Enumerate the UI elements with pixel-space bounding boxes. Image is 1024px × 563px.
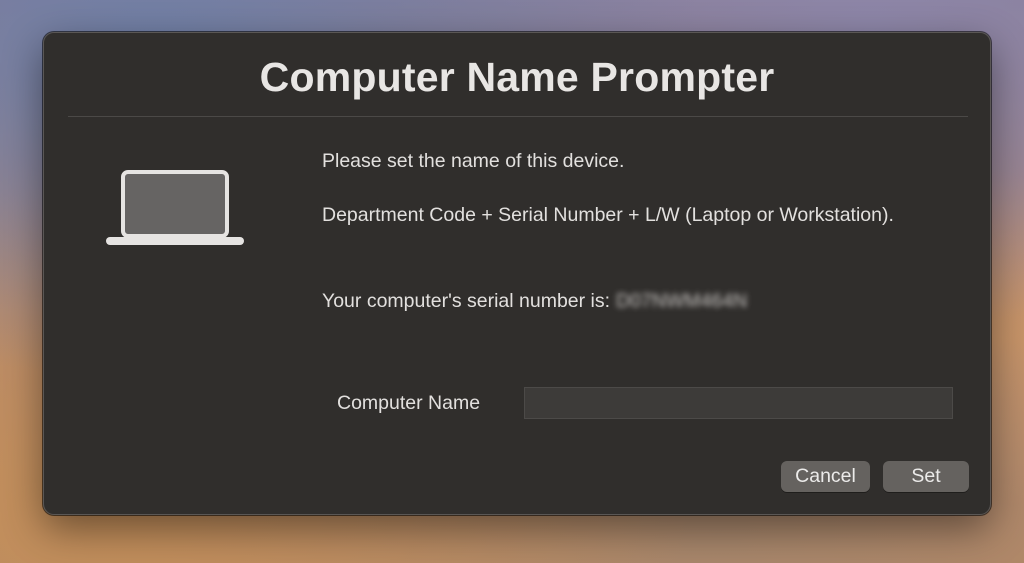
dialog-title: Computer Name Prompter xyxy=(259,54,775,100)
naming-format-text: Department Code + Serial Number + L/W (L… xyxy=(322,204,894,226)
laptop-icon xyxy=(106,170,244,245)
title-divider xyxy=(68,116,968,117)
serial-number-line: Your computer's serial number is: D07NWM4… xyxy=(322,286,922,317)
computer-name-label: Computer Name xyxy=(337,392,481,414)
serial-number-value: D07NWM464N xyxy=(616,290,748,312)
serial-number-label: Your computer's serial number is: xyxy=(322,290,611,312)
instruction-text: Please set the name of this device. xyxy=(322,150,625,172)
set-button[interactable]: Set xyxy=(883,461,969,492)
computer-name-dialog: Computer Name Prompter Please set the na… xyxy=(43,32,991,515)
desktop-background: Computer Name Prompter Please set the na… xyxy=(0,0,1024,563)
computer-name-input[interactable] xyxy=(524,387,953,419)
cancel-button[interactable]: Cancel xyxy=(781,461,870,492)
